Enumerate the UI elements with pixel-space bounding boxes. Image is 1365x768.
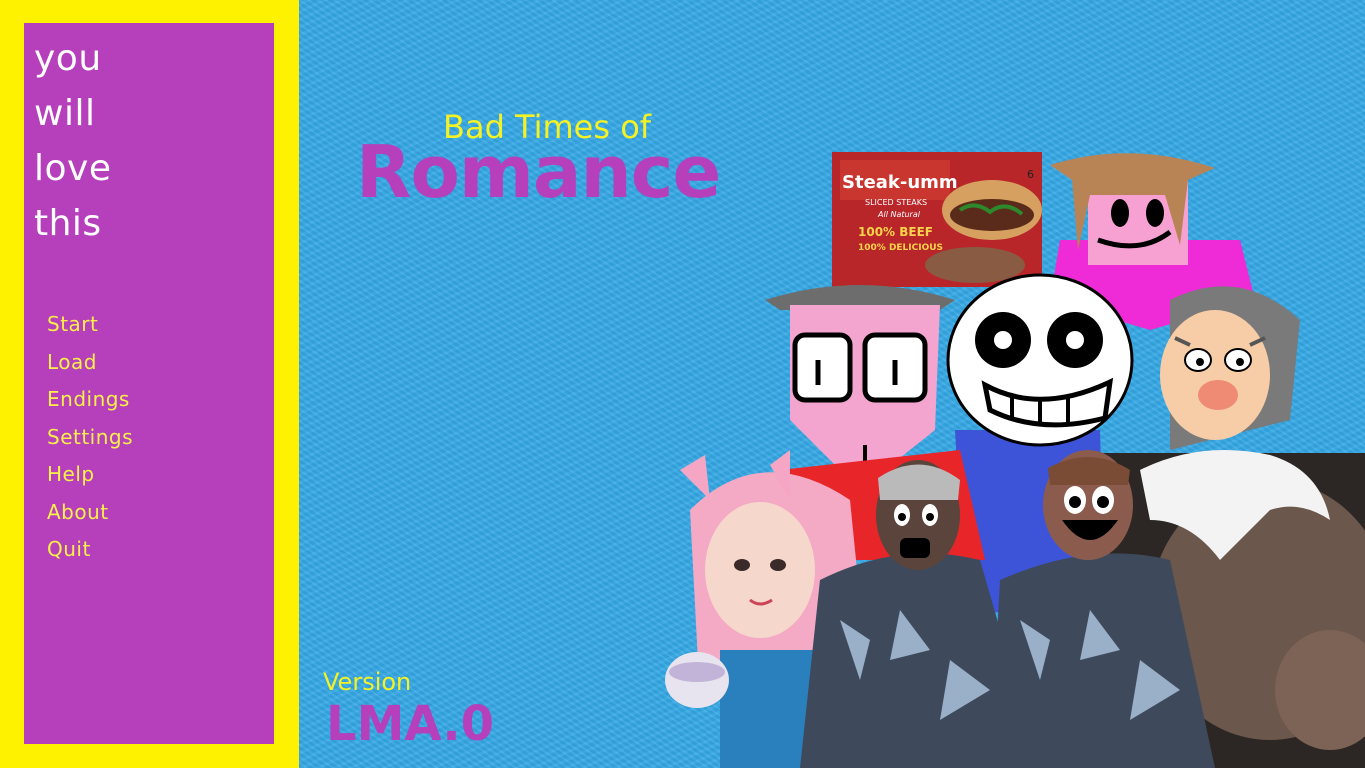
product-box: Steak-umm SLICED STEAKS All Natural 100%… [832,152,1042,287]
cartoon-old-man [1160,286,1300,450]
box-line1: SLICED STEAKS [865,198,927,207]
box-count: 6 [1027,168,1034,181]
box-line4: 100% DELICIOUS [858,243,943,253]
box-line3: 100% BEEF [858,225,933,239]
skull-character [946,273,1134,447]
character-collage: Steak-umm SLICED STEAKS All Natural 100%… [665,152,1365,768]
box-brand: Steak-umm [842,172,958,193]
box-line2: All Natural [877,210,921,219]
